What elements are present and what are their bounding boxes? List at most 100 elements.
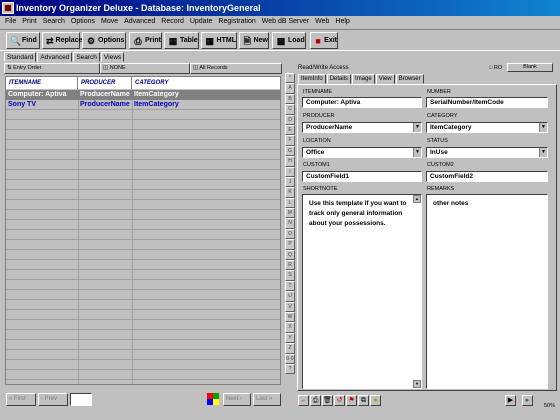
- arrow-right-icon[interactable]: ▶: [505, 395, 516, 406]
- alphabet-button[interactable]: M: [285, 208, 295, 219]
- tab-details[interactable]: Details: [326, 74, 352, 84]
- menu-file[interactable]: File: [2, 16, 19, 28]
- lightbulb-icon[interactable]: ●: [370, 395, 381, 406]
- alphabet-button[interactable]: E: [285, 124, 295, 136]
- first-button[interactable]: « First: [6, 393, 36, 406]
- tag-icon[interactable]: ⚑: [346, 395, 357, 406]
- print-button[interactable]: ⎙ Print: [129, 32, 162, 49]
- alphabet-button[interactable]: C: [285, 104, 295, 115]
- menu-web-db-server[interactable]: Web dB Server: [259, 16, 312, 28]
- tab-advanced[interactable]: Advanced: [37, 52, 73, 62]
- menu-options[interactable]: Options: [68, 16, 98, 28]
- color-palette-icon[interactable]: [207, 393, 219, 405]
- alphabet-button[interactable]: L: [285, 197, 295, 209]
- alphabet-button[interactable]: B: [285, 93, 295, 105]
- new-button[interactable]: 🗎 New: [239, 32, 269, 49]
- alphabet-button[interactable]: Q: [285, 249, 295, 261]
- alphabet-button[interactable]: X: [285, 322, 295, 333]
- alphabet-button[interactable]: N: [285, 218, 295, 229]
- tab-views[interactable]: Views: [100, 52, 125, 62]
- chevron-down-icon[interactable]: ▼: [539, 148, 547, 157]
- shortnote-textarea[interactable]: Use this template if you want to track o…: [302, 194, 422, 389]
- find-button[interactable]: 🔍 Find: [6, 32, 40, 49]
- producer-dropdown[interactable]: ProducerName ▼: [302, 122, 422, 133]
- read-only-checkbox[interactable]: □ RO: [486, 63, 502, 73]
- copy-icon[interactable]: ⧉: [358, 395, 369, 406]
- alphabet-button[interactable]: F: [285, 135, 295, 146]
- zoom-icon[interactable]: ▸: [522, 395, 533, 406]
- print-record-icon[interactable]: ⎙: [310, 395, 321, 406]
- alphabet-button[interactable]: H: [285, 156, 295, 167]
- number-field[interactable]: SerialNumber/ItemCode: [426, 97, 548, 108]
- record-number-input[interactable]: [70, 393, 92, 406]
- chevron-down-icon[interactable]: ▼: [413, 148, 421, 157]
- chevron-down-icon[interactable]: ▼: [413, 123, 421, 132]
- column-producer[interactable]: PRODUCER: [78, 77, 132, 89]
- menu-move[interactable]: Move: [98, 16, 121, 28]
- itemname-field[interactable]: Computer: Aptiva: [302, 97, 422, 108]
- alphabet-button[interactable]: K: [285, 187, 295, 198]
- alphabet-button[interactable]: J: [285, 176, 295, 188]
- sort-order-selector[interactable]: ⇅ Entry Order: [4, 63, 100, 74]
- table-row[interactable]: Computer: Aptiva ProducerName ItemCatego…: [6, 90, 280, 100]
- alphabet-button[interactable]: Z: [285, 343, 295, 354]
- column-itemname[interactable]: ITEMNAME: [6, 77, 78, 89]
- next-button[interactable]: Next ›: [223, 393, 251, 406]
- category-dropdown[interactable]: ItemCategory ▼: [426, 122, 548, 133]
- prev-button[interactable]: ‹ Prev: [38, 393, 68, 406]
- custom1-field[interactable]: CustomField1: [302, 171, 422, 182]
- menu-registration[interactable]: Registration: [215, 16, 258, 28]
- menu-search[interactable]: Search: [40, 16, 68, 28]
- menu-update[interactable]: Update: [187, 16, 216, 28]
- alphabet-button[interactable]: U: [285, 291, 295, 302]
- menu-print[interactable]: Print: [19, 16, 39, 28]
- alphabet-button[interactable]: P: [285, 239, 295, 250]
- scroll-down-icon[interactable]: ▼: [413, 380, 421, 388]
- menu-record[interactable]: Record: [158, 16, 187, 28]
- alphabet-button[interactable]: T: [285, 280, 295, 292]
- location-dropdown[interactable]: Office ▼: [302, 147, 422, 158]
- blank-button[interactable]: Blank: [507, 63, 553, 72]
- alphabet-button[interactable]: O: [285, 228, 295, 240]
- tab-search[interactable]: Search: [73, 52, 100, 62]
- tab-browser[interactable]: Browser: [395, 74, 424, 84]
- alphabet-button[interactable]: V: [285, 301, 295, 312]
- exit-button[interactable]: ■ Exit: [310, 32, 338, 49]
- alphabet-button[interactable]: W: [285, 311, 295, 323]
- custom2-field[interactable]: CustomField2: [426, 171, 548, 182]
- scroll-up-icon[interactable]: ▲: [413, 195, 421, 203]
- replace-button[interactable]: ⇄ Replace: [42, 32, 82, 49]
- undo-icon[interactable]: ↺: [334, 395, 345, 406]
- alphabet-button[interactable]: R: [285, 260, 295, 271]
- alphabet-button[interactable]: D: [285, 114, 295, 125]
- alphabet-button[interactable]: G: [285, 145, 295, 157]
- chevron-down-icon[interactable]: ▼: [539, 123, 547, 132]
- tab-iteminfo[interactable]: ItemInfo: [298, 74, 326, 84]
- alphabet-button[interactable]: S: [285, 270, 295, 281]
- tab-standard[interactable]: Standard: [4, 52, 37, 62]
- menu-advanced[interactable]: Advanced: [121, 16, 158, 28]
- last-button[interactable]: Last »: [253, 393, 281, 406]
- alphabet-button[interactable]: A: [285, 83, 295, 94]
- filter-selector[interactable]: ◫ NONE: [100, 63, 190, 74]
- tab-image[interactable]: Image: [352, 74, 375, 84]
- tab-view[interactable]: View: [375, 74, 395, 84]
- alphabet-button[interactable]: Y: [285, 332, 295, 344]
- arrow-left-icon[interactable]: ←: [298, 395, 309, 406]
- alphabet-button[interactable]: I: [285, 166, 295, 177]
- options-button[interactable]: ⚙ Options: [82, 32, 126, 49]
- alphabet-button[interactable]: *: [285, 73, 295, 84]
- records-selector[interactable]: ◫ All Records: [190, 63, 282, 74]
- table-button[interactable]: ▦ Table: [164, 32, 199, 49]
- app-icon[interactable]: [2, 2, 14, 14]
- remarks-textarea[interactable]: other notes: [426, 194, 548, 389]
- records-grid[interactable]: ITEMNAME PRODUCER CATEGORY Computer: Apt…: [5, 76, 281, 385]
- html-button[interactable]: ▦ HTML: [201, 32, 237, 49]
- delete-icon[interactable]: 🗑: [322, 395, 333, 406]
- column-category[interactable]: CATEGORY: [132, 77, 280, 89]
- load-button[interactable]: ▩ Load: [272, 32, 306, 49]
- table-row[interactable]: Sony TV ProducerName ItemCategory: [6, 100, 280, 110]
- alphabet-button[interactable]: ?: [285, 363, 295, 375]
- alphabet-button[interactable]: 0-9: [285, 353, 295, 364]
- status-dropdown[interactable]: InUse ▼: [426, 147, 548, 158]
